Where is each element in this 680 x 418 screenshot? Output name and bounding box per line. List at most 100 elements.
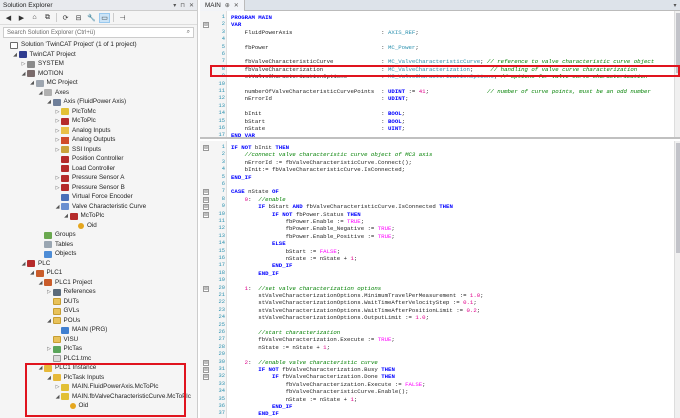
tree-item[interactable]: ◢ MC Project <box>0 78 78 88</box>
implementation-pane[interactable]: ⊟ 1 IF NOT bInit THEN 2 //connect valve cha… <box>200 141 680 418</box>
pin-icon[interactable]: ⊕ <box>225 2 230 9</box>
code-line[interactable]: nState : UINT; <box>231 125 405 133</box>
tab-main[interactable]: MAIN ⊕ ✕ <box>200 0 245 11</box>
tree-item[interactable]: Solution 'TwinCAT Project' (1 of 1 proje… <box>0 40 137 50</box>
expand-arrow-icon[interactable]: ▷ <box>54 145 61 155</box>
home-icon[interactable]: ⌂ <box>29 13 40 23</box>
declaration-pane[interactable]: 1 PROGRAM MAIN ⊟ 2 VAR 3 FluidPowerAxis : AXI… <box>200 11 680 139</box>
panel-menu-icon[interactable]: ▾ <box>173 2 176 9</box>
tree-item[interactable]: ◢ PLC1 <box>0 268 62 278</box>
expand-arrow-icon[interactable]: ▷ <box>46 344 53 354</box>
collapse-arrow-icon[interactable]: ◢ <box>12 50 19 60</box>
fold-toggle-icon[interactable]: ⊟ <box>203 204 209 211</box>
implementation-scrollbar[interactable] <box>674 141 680 418</box>
expand-arrow-icon[interactable]: ▷ <box>54 107 61 117</box>
expand-arrow-icon[interactable]: ▷ <box>54 116 61 126</box>
tree-item[interactable]: Groups <box>0 230 76 240</box>
collapse-arrow-icon[interactable]: ◢ <box>29 78 36 88</box>
code-line[interactable]: END_IF <box>231 270 279 278</box>
tree-item[interactable]: ◢ Axis (FluidPower Axis) <box>0 97 126 107</box>
expand-arrow-icon[interactable]: ▷ <box>54 135 61 145</box>
tree-item[interactable]: ▷ PlcTas <box>0 344 82 354</box>
tree-item[interactable]: MAIN (PRG) <box>0 325 107 335</box>
pending-changes-icon[interactable]: ⊣ <box>117 13 128 23</box>
forward-icon[interactable]: ▶ <box>16 13 27 23</box>
tree-item[interactable]: ▷ Pressure Sensor B <box>0 183 125 193</box>
tree-item[interactable]: ◢ PLC <box>0 259 50 269</box>
tree-item[interactable]: ◢ MOTION <box>0 69 63 79</box>
close-icon[interactable]: ✕ <box>234 2 239 9</box>
collapse-arrow-icon[interactable]: ◢ <box>20 69 27 79</box>
properties-icon[interactable]: 🔧 <box>86 13 97 23</box>
code-line[interactable]: END_IF <box>231 174 251 182</box>
expand-arrow-icon[interactable]: ▷ <box>54 173 61 183</box>
tree-item[interactable]: Position Controller <box>0 154 123 164</box>
expand-arrow-icon[interactable]: ▷ <box>46 287 53 297</box>
collapse-arrow-icon[interactable]: ◢ <box>29 268 36 278</box>
tree-item[interactable]: Virtual Force Encoder <box>0 192 133 202</box>
tree-item[interactable]: DUTs <box>0 297 79 307</box>
tree-item[interactable]: ▷ SSI Inputs <box>0 145 101 155</box>
collapse-arrow-icon[interactable]: ◢ <box>54 202 61 212</box>
collapse-arrow-icon[interactable]: ◢ <box>20 259 27 269</box>
tree-item[interactable]: Load Controller <box>0 164 115 174</box>
tree-item[interactable]: ◢ Axes <box>0 88 69 98</box>
tree-item[interactable]: Oid <box>0 221 97 231</box>
collapse-arrow-icon[interactable]: ◢ <box>37 88 44 98</box>
tree-item[interactable]: ▷ McToPlc <box>0 116 96 126</box>
expand-arrow-icon[interactable]: ▷ <box>54 183 61 193</box>
code-token: fbPower.Enable_Positive := <box>231 232 378 240</box>
tree-item[interactable]: ◢ Valve Characteristic Curve <box>0 202 146 212</box>
tree-item[interactable]: ▷ SYSTEM <box>0 59 64 69</box>
fold-toggle-icon[interactable]: ⊟ <box>203 189 209 196</box>
tree-item[interactable]: ▷ References <box>0 287 96 297</box>
code-token: THEN <box>439 203 453 211</box>
fold-toggle-icon[interactable]: ⊟ <box>203 367 209 373</box>
tree-item[interactable]: ◢ PLC1 Project <box>0 278 92 288</box>
expand-arrow-icon[interactable]: ▷ <box>20 59 27 69</box>
switch-views-icon[interactable]: ⧉ <box>42 13 53 23</box>
search-icon[interactable]: ⌕ <box>187 29 190 36</box>
tree-item[interactable]: VISU <box>0 335 78 345</box>
fold-toggle-icon[interactable]: ⊟ <box>203 374 209 381</box>
fold-toggle-icon[interactable]: ⊟ <box>203 211 209 218</box>
collapse-all-icon[interactable]: ⊟ <box>73 13 84 23</box>
code-line[interactable]: stValveCharacterizationOptions.OutputLim… <box>231 314 429 322</box>
code-line[interactable]: END_VAR <box>231 132 255 137</box>
collapse-arrow-icon[interactable]: ◢ <box>46 97 53 107</box>
code-line[interactable]: fbPower : MC_Power; <box>231 44 419 52</box>
collapse-arrow-icon[interactable]: ◢ <box>46 316 53 326</box>
code-line[interactable]: nErrorId : UDINT; <box>231 95 409 103</box>
search-input[interactable]: Search Solution Explorer (Ctrl+ü) ⌕ <box>3 27 194 38</box>
pin-icon[interactable]: ⊓ <box>180 2 185 9</box>
tree-item[interactable]: ▷ Analog Inputs <box>0 126 111 136</box>
tree-item[interactable]: ▷ Pressure Sensor A <box>0 173 125 183</box>
fold-toggle-icon[interactable]: ⊟ <box>203 145 209 151</box>
tree-item[interactable]: Tables <box>0 240 73 250</box>
tree-item[interactable]: ▷ Analog Outputs <box>0 135 115 145</box>
back-icon[interactable]: ◀ <box>3 13 14 23</box>
code-line[interactable]: END_IF <box>231 410 279 418</box>
tree-item[interactable]: GVLs <box>0 306 79 316</box>
chevron-down-icon[interactable]: ▾ <box>670 2 680 9</box>
tree-item[interactable]: PLC1.tmc <box>0 354 91 364</box>
tree-item[interactable]: ◢ POUs <box>0 316 80 326</box>
tree-item[interactable]: ◢ McToPlc <box>0 211 104 221</box>
tmc-icon <box>52 355 61 362</box>
expand-arrow-icon[interactable]: ▷ <box>54 126 61 136</box>
collapse-arrow-icon[interactable]: ◢ <box>37 278 44 288</box>
tree-item[interactable]: Objects <box>0 249 76 259</box>
collapse-arrow-icon[interactable]: ◢ <box>63 211 70 221</box>
code-line[interactable]: nState := nState + 1; <box>231 344 330 352</box>
fold-toggle-icon[interactable]: ⊟ <box>203 359 209 366</box>
code-line[interactable]: FluidPowerAxis : AXIS_REF; <box>231 29 419 37</box>
fold-toggle-icon[interactable]: ⊟ <box>203 22 209 29</box>
tree-item[interactable]: ◢ TwinCAT Project <box>0 50 76 60</box>
sync-icon[interactable]: ⟳ <box>60 13 71 23</box>
fold-toggle-icon[interactable]: ⊟ <box>203 196 209 203</box>
preview-icon[interactable]: ▭ <box>99 12 110 23</box>
tree-item[interactable]: ▷ PlcToMc <box>0 107 96 117</box>
fold-toggle-icon[interactable]: ⊟ <box>203 285 209 292</box>
code-line[interactable]: bInit:= fbValveCharacteristicCurve.IsCon… <box>231 166 405 174</box>
close-icon[interactable]: ✕ <box>189 2 194 9</box>
